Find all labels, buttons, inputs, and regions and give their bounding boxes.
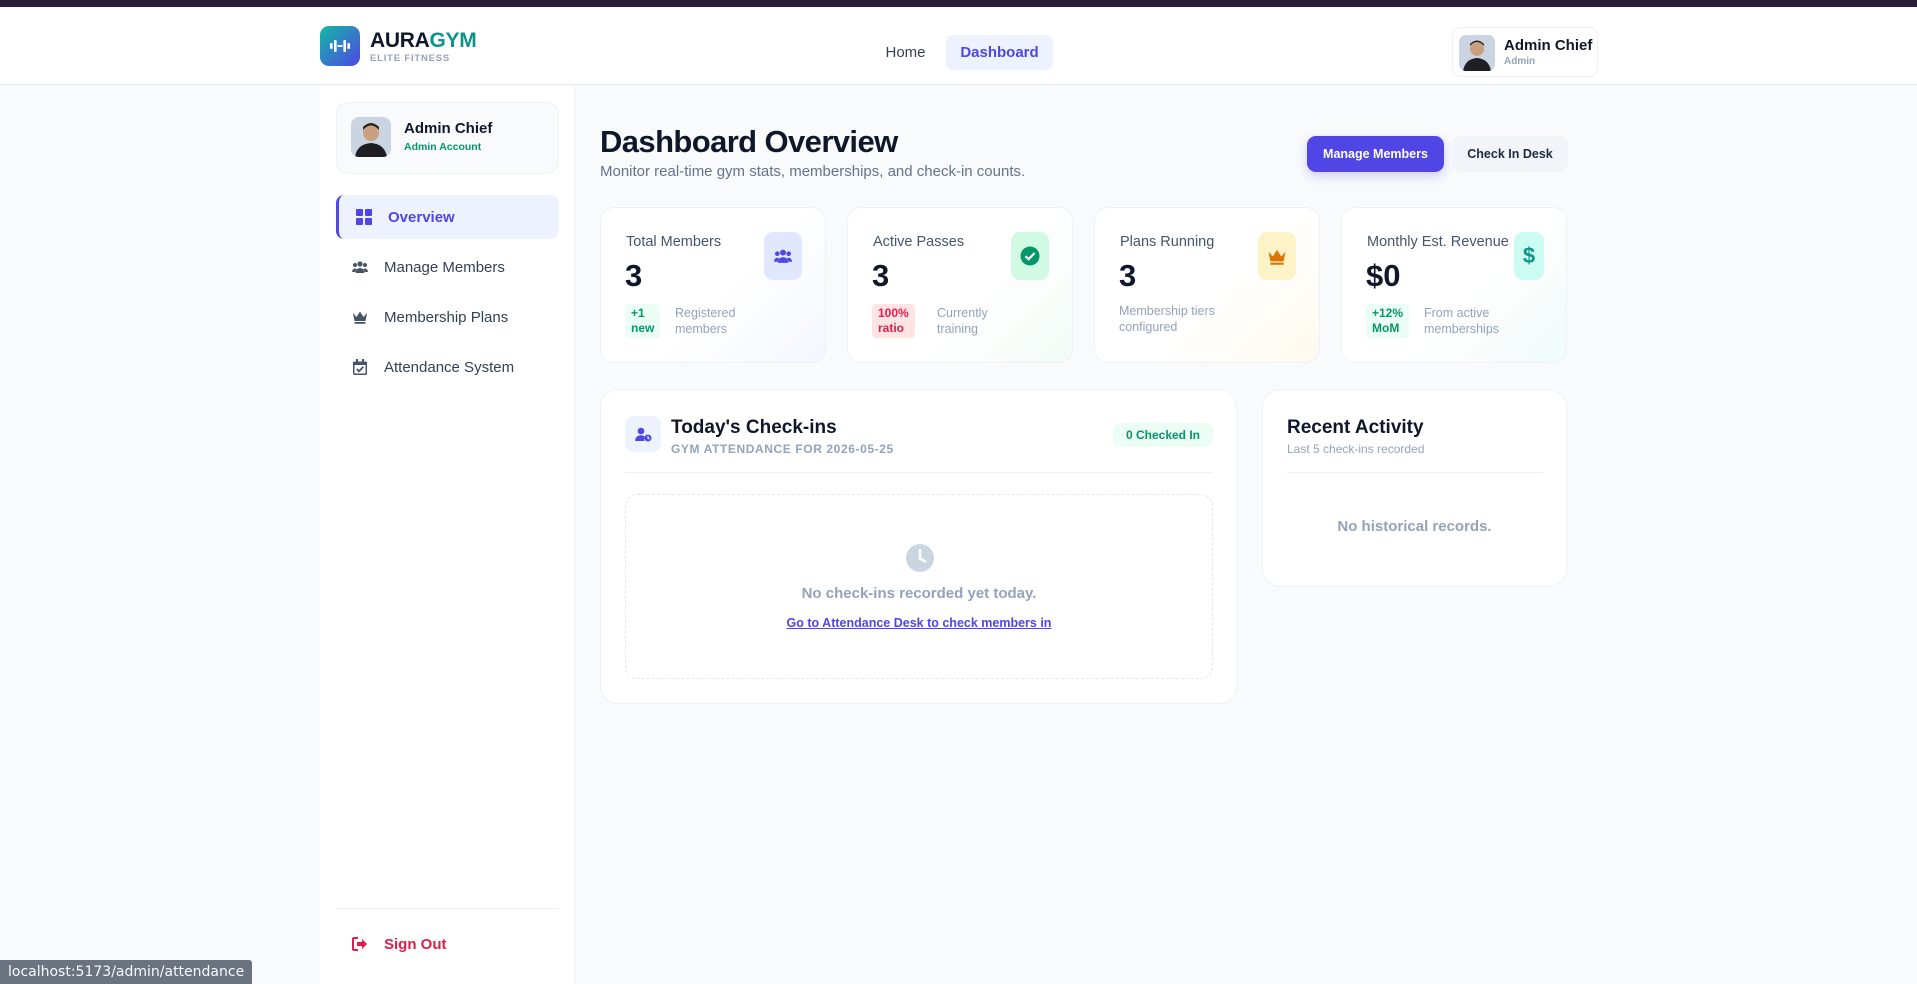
stat-card-plans-running: Plans Running 3 Membership tiers configur… (1094, 207, 1320, 363)
sidebar-item-label: Overview (388, 208, 455, 226)
recent-activity-card: Recent Activity Last 5 check-ins recorde… (1262, 389, 1567, 587)
browser-top-strip (0, 0, 1917, 7)
checkins-title: Today's Check-ins (671, 417, 837, 438)
brand-name[interactable]: AURAGYM (370, 29, 477, 53)
sidebar-item-membership-plans[interactable]: Membership Plans (336, 295, 559, 339)
divider (625, 472, 1213, 473)
badge-line: ratio (878, 321, 905, 335)
header-user-name: Admin Chief (1504, 37, 1593, 54)
badge-line: new (631, 321, 655, 335)
crown-icon (352, 309, 368, 325)
badge-line: MoM (1372, 321, 1400, 335)
sidebar-item-label: Membership Plans (384, 308, 509, 326)
stat-label: Plans Running (1120, 234, 1215, 250)
nav-dashboard-link[interactable]: Dashboard (946, 35, 1053, 70)
stat-card-active-passes: Active Passes 3 100% ratio Currently train… (847, 207, 1073, 363)
user-clock-icon (625, 416, 661, 452)
badge-line: +1 (631, 306, 645, 320)
stat-value: 3 (872, 258, 890, 293)
stat-value: 3 (625, 258, 643, 293)
check-in-desk-button[interactable]: Check In Desk (1452, 136, 1568, 172)
sidebar-item-manage-members[interactable]: Manage Members (336, 245, 559, 289)
sign-out-icon (352, 936, 368, 952)
calendar-check-icon (352, 359, 368, 375)
header-user-role: Admin (1504, 56, 1536, 67)
manage-members-button[interactable]: Manage Members (1307, 136, 1444, 172)
grid-icon (356, 209, 372, 225)
status-badge: 100% ratio (872, 304, 915, 338)
badge-line: 100% (878, 306, 909, 320)
stat-label: Monthly Est. Revenue (1367, 234, 1509, 250)
sidebar-profile-name: Admin Chief (404, 120, 493, 137)
stat-note: Currently training (937, 305, 988, 337)
status-badge: +1 new (625, 304, 661, 338)
recent-activity-title: Recent Activity (1287, 417, 1424, 438)
avatar (351, 117, 391, 157)
recent-activity-subtitle: Last 5 check-ins recorded (1287, 442, 1425, 456)
dumbbell-logo-icon[interactable] (320, 26, 360, 66)
checked-in-count-badge: 0 Checked In (1113, 423, 1213, 447)
sidebar-item-label: Attendance System (384, 358, 515, 376)
divider (1287, 472, 1543, 473)
avatar (1459, 35, 1495, 71)
nav-home-link[interactable]: Home (873, 35, 938, 70)
sidebar-profile-card: Admin Chief Admin Account (336, 102, 559, 174)
browser-status-url: localhost:5173/admin/attendance (0, 960, 253, 984)
sign-out-button[interactable]: Sign Out (336, 924, 559, 964)
crown-icon (1258, 232, 1296, 280)
checkins-subtitle: GYM ATTENDANCE FOR 2026-05-25 (671, 442, 894, 456)
attendance-desk-link[interactable]: Go to Attendance Desk to check members i… (626, 616, 1212, 630)
page-subtitle: Monitor real-time gym stats, memberships… (600, 163, 1026, 180)
stat-label: Active Passes (873, 234, 965, 250)
stat-note: From active memberships (1424, 305, 1499, 337)
stat-label: Total Members (626, 234, 722, 250)
sidebar-item-attendance-system[interactable]: Attendance System (336, 345, 559, 389)
note-line: From active (1424, 306, 1490, 320)
sidebar-profile-role: Admin Account (404, 141, 482, 153)
sidebar: Admin Chief Admin Account Overview Manag… (320, 86, 575, 984)
checkins-empty-state: No check-ins recorded yet today. Go to A… (625, 494, 1213, 679)
users-icon (352, 259, 368, 275)
brand-name-part1: AURA (370, 29, 430, 52)
note-line: Currently (937, 306, 988, 320)
note-line: members (675, 322, 728, 336)
stat-note: Registered members (675, 305, 735, 337)
note-line: Membership tiers (1119, 304, 1215, 318)
sign-out-label: Sign Out (384, 935, 447, 953)
dollar-icon: $ (1514, 232, 1544, 280)
stat-note: Membership tiers configured (1119, 303, 1215, 335)
note-line: Registered (675, 306, 736, 320)
status-badge: +12% MoM (1366, 304, 1410, 338)
check-circle-icon (1011, 232, 1049, 280)
recent-activity-empty-text: No historical records. (1337, 518, 1492, 535)
todays-checkins-card: Today's Check-ins GYM ATTENDANCE FOR 202… (600, 389, 1237, 704)
sidebar-item-overview[interactable]: Overview (336, 195, 559, 239)
top-header: AURAGYM ELITE FITNESS Home Dashboard Adm… (0, 7, 1917, 85)
brand-name-part2: GYM (429, 29, 477, 52)
page-title: Dashboard Overview (600, 124, 898, 159)
clock-icon (905, 543, 935, 573)
sidebar-divider (336, 908, 559, 909)
badge-line: +12% (1372, 306, 1404, 320)
note-line: training (937, 322, 978, 336)
header-user-menu[interactable]: Admin Chief Admin (1452, 27, 1598, 77)
brand-tagline: ELITE FITNESS (370, 53, 451, 64)
note-line: configured (1119, 320, 1178, 334)
sidebar-item-label: Manage Members (384, 258, 505, 276)
stat-card-total-members: Total Members 3 +1 new Registered members (600, 207, 826, 363)
stat-value: 3 (1119, 258, 1137, 293)
note-line: memberships (1424, 322, 1500, 336)
stat-card-monthly-revenue: Monthly Est. Revenue $0 $ +12% MoM From a… (1341, 207, 1567, 363)
checkins-empty-text: No check-ins recorded yet today. (801, 585, 1037, 602)
users-icon (764, 232, 802, 280)
stat-value: $0 (1366, 258, 1401, 293)
